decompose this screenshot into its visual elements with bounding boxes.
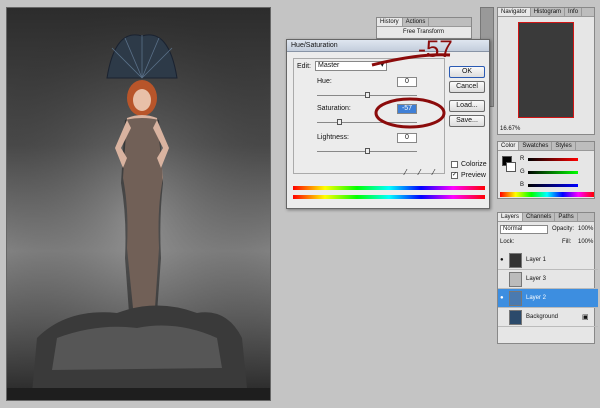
eyedropper-icon[interactable]: ⁄	[405, 168, 406, 177]
navigator-panel: Navigator Histogram Info 16.67%	[497, 7, 595, 135]
tab-paths[interactable]: Paths	[555, 213, 578, 221]
layer-row-layer-3[interactable]: Layer 3	[498, 270, 598, 289]
layer-name: Layer 1	[526, 257, 547, 263]
opacity-value[interactable]: 100%	[578, 226, 593, 232]
layer-row-layer-1[interactable]: ● Layer 1	[498, 251, 598, 270]
tab-color[interactable]: Color	[498, 142, 520, 150]
layer-row-layer-2[interactable]: ● Layer 2	[498, 289, 598, 308]
channel-b-label: B	[520, 182, 525, 188]
preview-label: Preview	[461, 172, 486, 179]
layer-name: Layer 3	[526, 276, 547, 282]
saturation-slider-knob[interactable]	[337, 119, 342, 125]
tab-layers[interactable]: Layers	[498, 213, 524, 221]
annotation-overlay: -57	[371, 36, 453, 129]
colorize-label: Colorize	[461, 161, 487, 168]
opacity-label: Opacity:	[552, 226, 575, 232]
hue-spectrum-bar-bottom	[293, 195, 485, 199]
colorize-checkbox[interactable]	[451, 161, 458, 168]
red-channel-slider[interactable]	[528, 158, 578, 161]
green-channel-slider[interactable]	[528, 171, 578, 174]
fill-value[interactable]: 100%	[578, 239, 593, 245]
tab-histogram[interactable]: Histogram	[531, 8, 566, 16]
layer-thumbnail	[509, 291, 522, 306]
preview-checkbox[interactable]: ✓	[451, 172, 458, 179]
layer-row-background[interactable]: Background ▣	[498, 308, 598, 327]
image-canvas[interactable]	[6, 7, 271, 401]
hue-label: Hue:	[317, 78, 332, 85]
tab-styles[interactable]: Styles	[552, 142, 576, 150]
edit-label: Edit:	[297, 63, 312, 70]
fill-label: Fill:	[562, 239, 572, 245]
layers-panel: Layers Channels Paths Normal Opacity: 10…	[497, 212, 598, 344]
tab-channels[interactable]: Channels	[523, 213, 556, 221]
layer-name: Background	[526, 314, 559, 320]
channel-r-label: R	[520, 156, 525, 162]
eye-icon[interactable]: ●	[500, 295, 506, 301]
layers-tab-row: Layers Channels Paths	[498, 213, 594, 222]
blend-mode-select[interactable]: Normal	[500, 225, 548, 234]
color-panel: Color Swatches Styles R G B	[497, 141, 595, 199]
blue-channel-slider[interactable]	[528, 184, 578, 187]
layer-name: Layer 2	[526, 295, 547, 301]
eyedropper-minus-icon[interactable]: ⁄	[433, 168, 434, 177]
layer-thumbnail	[509, 272, 522, 287]
lock-label: Lock:	[500, 239, 515, 245]
eye-icon[interactable]: ●	[500, 257, 506, 263]
zoom-level[interactable]: 16.67%	[500, 126, 520, 132]
annotation-circle	[374, 97, 446, 129]
tab-swatches[interactable]: Swatches	[519, 142, 553, 150]
navigator-thumbnail[interactable]	[518, 22, 574, 118]
photo-artwork	[7, 8, 270, 400]
color-tab-row: Color Swatches Styles	[498, 142, 594, 151]
color-ramp[interactable]	[500, 192, 594, 197]
navigator-tab-row: Navigator Histogram Info	[498, 8, 594, 17]
channel-g-label: G	[520, 169, 525, 175]
layer-thumbnail	[509, 310, 522, 325]
edit-select-value: Master	[318, 62, 340, 69]
tab-info[interactable]: Info	[565, 8, 583, 16]
layer-thumbnail	[509, 253, 522, 268]
lightness-label: Lightness:	[317, 134, 349, 141]
hue-spectrum-bar-top	[293, 186, 485, 190]
lightness-slider-knob[interactable]	[365, 148, 370, 154]
tab-navigator[interactable]: Navigator	[498, 8, 531, 16]
lock-icon: ▣	[582, 314, 589, 321]
eyedropper-plus-icon[interactable]: ⁄	[419, 168, 420, 177]
annotation-text: -57	[418, 36, 453, 63]
saturation-label: Saturation:	[317, 105, 351, 112]
background-color-swatch[interactable]	[506, 162, 516, 172]
